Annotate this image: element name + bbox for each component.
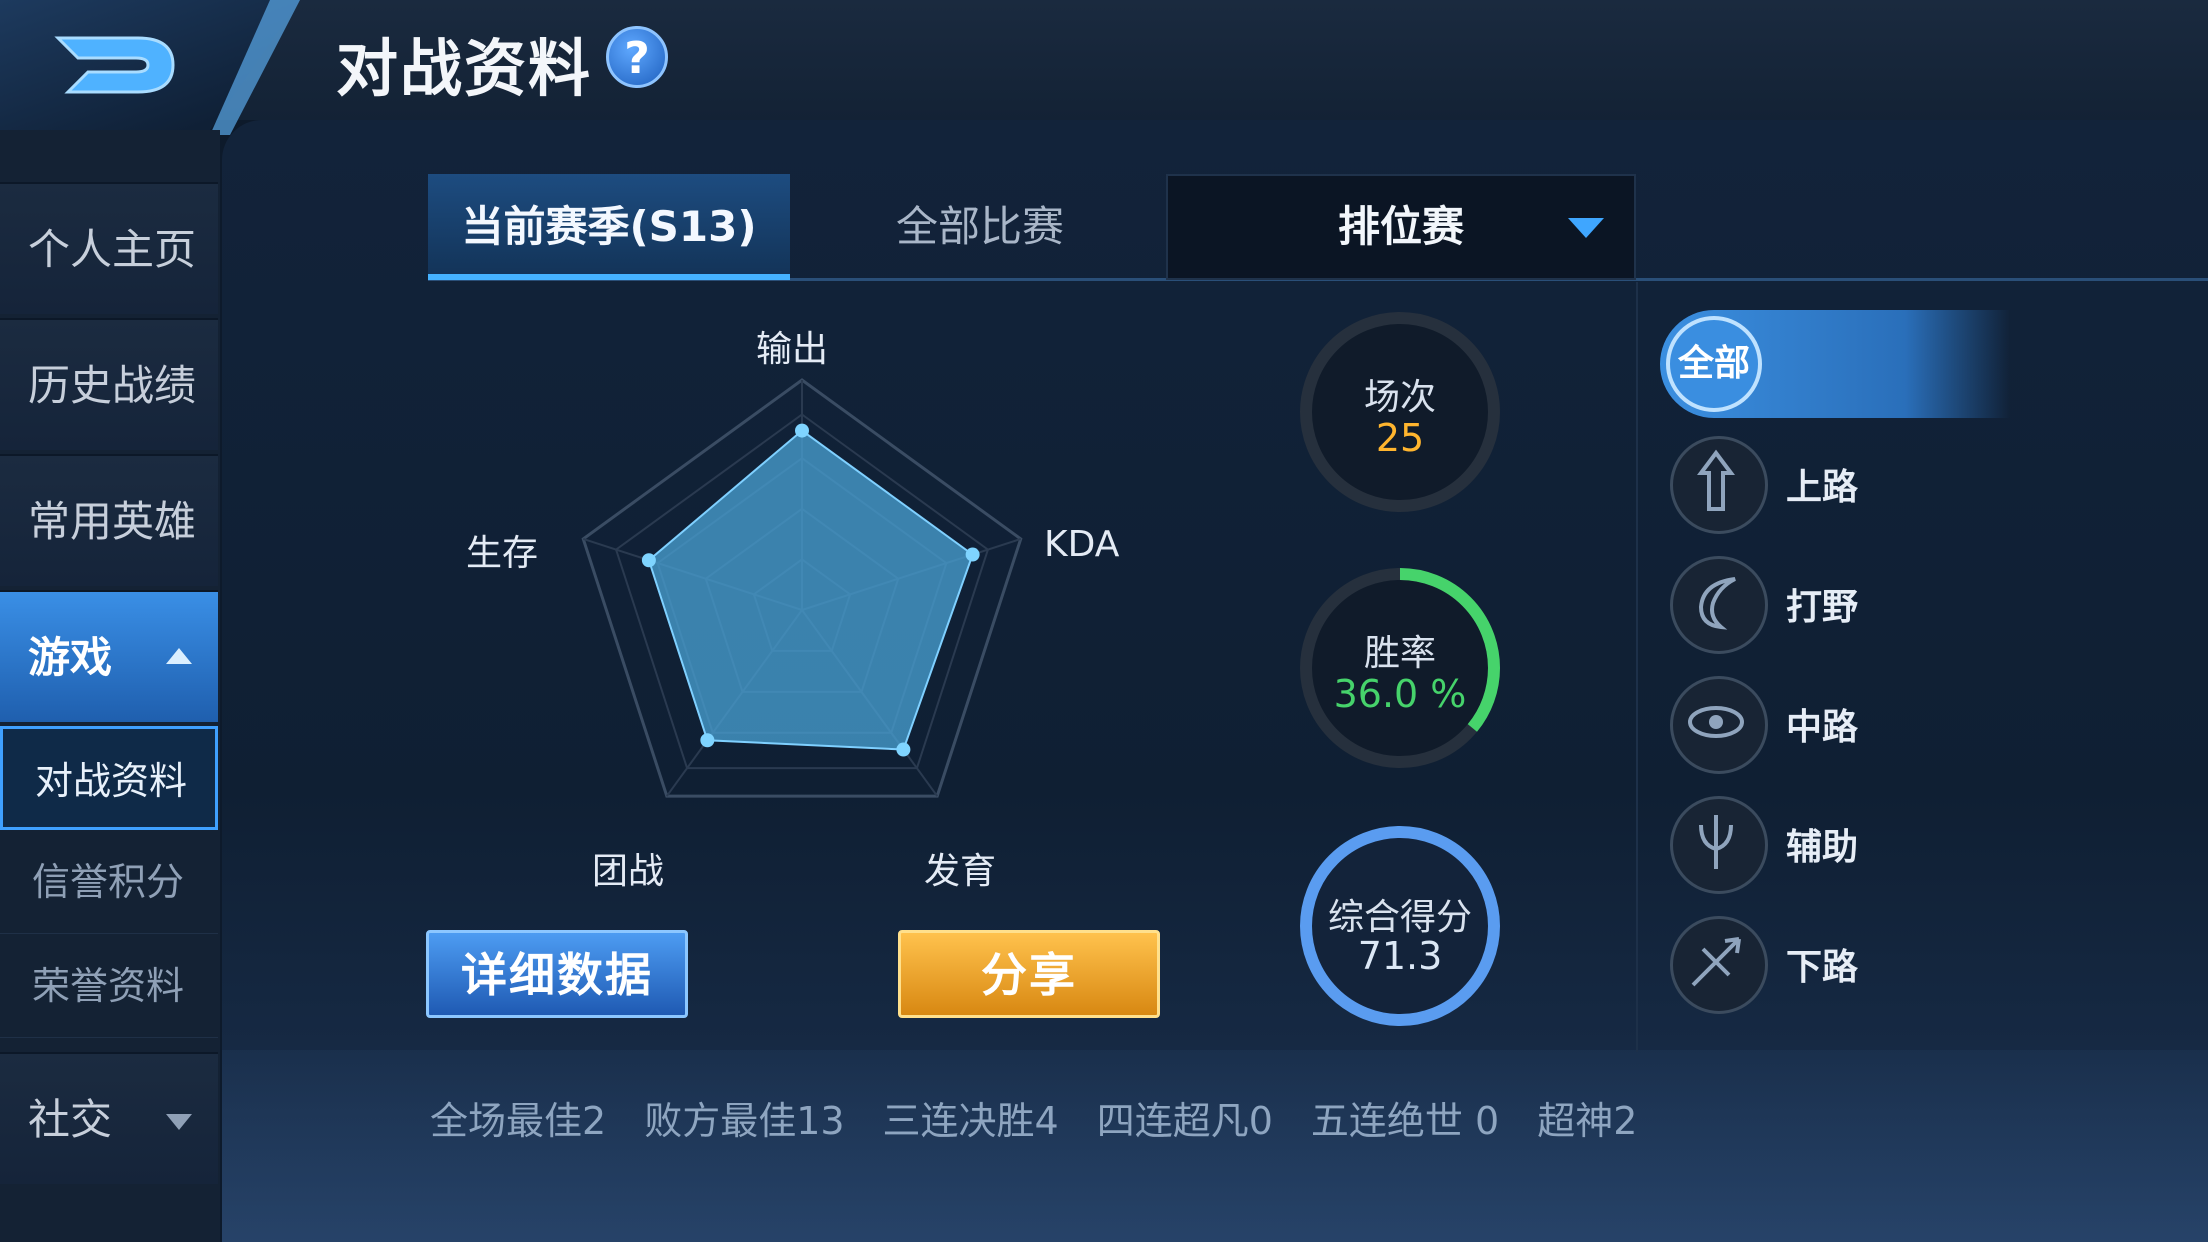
- support-icon: [1670, 796, 1768, 894]
- role-filter: 全部 上路 打野 中路 辅助 下路: [1660, 300, 2200, 1040]
- radar-chart: 输出 KDA 发育 团战 生存: [440, 300, 1160, 900]
- chevron-up-icon: [166, 648, 192, 664]
- sidebar-item-history[interactable]: 历史战绩: [0, 318, 218, 450]
- role-label: 中路: [1786, 707, 1859, 748]
- role-mid-button[interactable]: 中路: [1670, 676, 1990, 776]
- radar-label-output: 输出: [756, 329, 829, 370]
- sidebar: 个人主页 历史战绩 常用英雄 游戏 对战资料 信誉积分 荣誉资料 社交: [0, 130, 220, 1242]
- win-rate-value: 36.0 %: [1333, 672, 1467, 716]
- radar-point: [795, 423, 809, 438]
- matches-label: 场次: [1363, 377, 1436, 418]
- achievement-stats: 全场最佳2 败方最佳13 三连决胜4 四连超凡0 五连绝世 0 超神2: [430, 1090, 1675, 1150]
- sidebar-sub-credit[interactable]: 信誉积分: [0, 830, 218, 934]
- score-value: 71.3: [1357, 934, 1443, 978]
- mode-select-value: 排位赛: [1337, 202, 1464, 251]
- radar-area: [647, 429, 974, 751]
- radar-label-growth: 发育: [924, 851, 997, 892]
- sidebar-item-social[interactable]: 社交: [0, 1052, 218, 1184]
- sidebar-item-heroes[interactable]: 常用英雄: [0, 454, 218, 586]
- share-button[interactable]: 分享: [898, 930, 1160, 1018]
- radar-point: [896, 742, 911, 757]
- column-divider: [1636, 282, 1638, 1052]
- bottom-lane-icon: [1670, 916, 1768, 1014]
- back-arrow-icon: [54, 36, 175, 94]
- sidebar-item-label: 社交: [28, 1095, 113, 1144]
- top-lane-icon: [1670, 436, 1768, 534]
- mode-select[interactable]: 排位赛: [1166, 174, 1636, 280]
- stat-penta-kill: 五连绝世 0: [1310, 1099, 1500, 1143]
- role-bottom-button[interactable]: 下路: [1670, 916, 1990, 1016]
- sidebar-sub-battle-data[interactable]: 对战资料: [0, 726, 218, 830]
- detail-data-button[interactable]: 详细数据: [426, 930, 688, 1018]
- score-stat: 综合得分 71.3: [1300, 826, 1500, 1026]
- role-label: 辅助: [1786, 827, 1859, 868]
- radar-point: [700, 733, 715, 748]
- win-rate-stat: 胜率 36.0 %: [1300, 568, 1500, 768]
- score-label: 综合得分: [1327, 897, 1472, 938]
- tab-all-matches[interactable]: 全部比赛: [820, 174, 1140, 280]
- role-support-button[interactable]: 辅助: [1670, 796, 1990, 896]
- radar-svg: [581, 378, 1023, 798]
- role-jungle-button[interactable]: 打野: [1670, 556, 1990, 656]
- radar-point: [641, 553, 656, 568]
- role-all-button[interactable]: 全部: [1660, 310, 2010, 418]
- chevron-down-icon: [166, 1114, 192, 1130]
- sidebar-item-label: 游戏: [28, 633, 113, 682]
- matches-value: 25: [1375, 416, 1425, 460]
- stat-triple-kill: 三连决胜4: [882, 1099, 1059, 1143]
- role-label: 上路: [1786, 467, 1859, 508]
- role-label: 打野: [1786, 587, 1859, 628]
- top-bar: [0, 0, 2208, 120]
- stat-legendary: 超神2: [1537, 1099, 1638, 1143]
- stat-mvp: 全场最佳2: [430, 1099, 607, 1143]
- caret-down-icon: [1568, 218, 1604, 238]
- mid-lane-icon: [1670, 676, 1768, 774]
- matches-stat: 场次 25: [1300, 312, 1500, 512]
- page-title: 对战资料: [336, 32, 593, 105]
- header-slash-decoration: [210, 0, 300, 135]
- radar-label-kda: KDA: [1044, 524, 1120, 565]
- sidebar-sub-honor[interactable]: 荣誉资料: [0, 934, 218, 1038]
- radar-label-teamfight: 团战: [592, 851, 665, 892]
- sidebar-item-game[interactable]: 游戏: [0, 590, 218, 722]
- stat-losing-mvp: 败方最佳13: [644, 1099, 845, 1143]
- role-all-label: 全部: [1666, 316, 1762, 412]
- role-top-button[interactable]: 上路: [1670, 436, 1990, 536]
- sidebar-item-profile[interactable]: 个人主页: [0, 182, 218, 314]
- jungle-icon: [1670, 556, 1768, 654]
- tab-current-season[interactable]: 当前赛季(S13): [428, 174, 790, 280]
- win-rate-label: 胜率: [1363, 633, 1436, 674]
- help-button[interactable]: ?: [606, 26, 668, 88]
- stat-quadra-kill: 四连超凡0: [1096, 1099, 1273, 1143]
- role-label: 下路: [1786, 947, 1859, 988]
- radar-label-survival: 生存: [466, 533, 539, 574]
- radar-point: [965, 547, 980, 562]
